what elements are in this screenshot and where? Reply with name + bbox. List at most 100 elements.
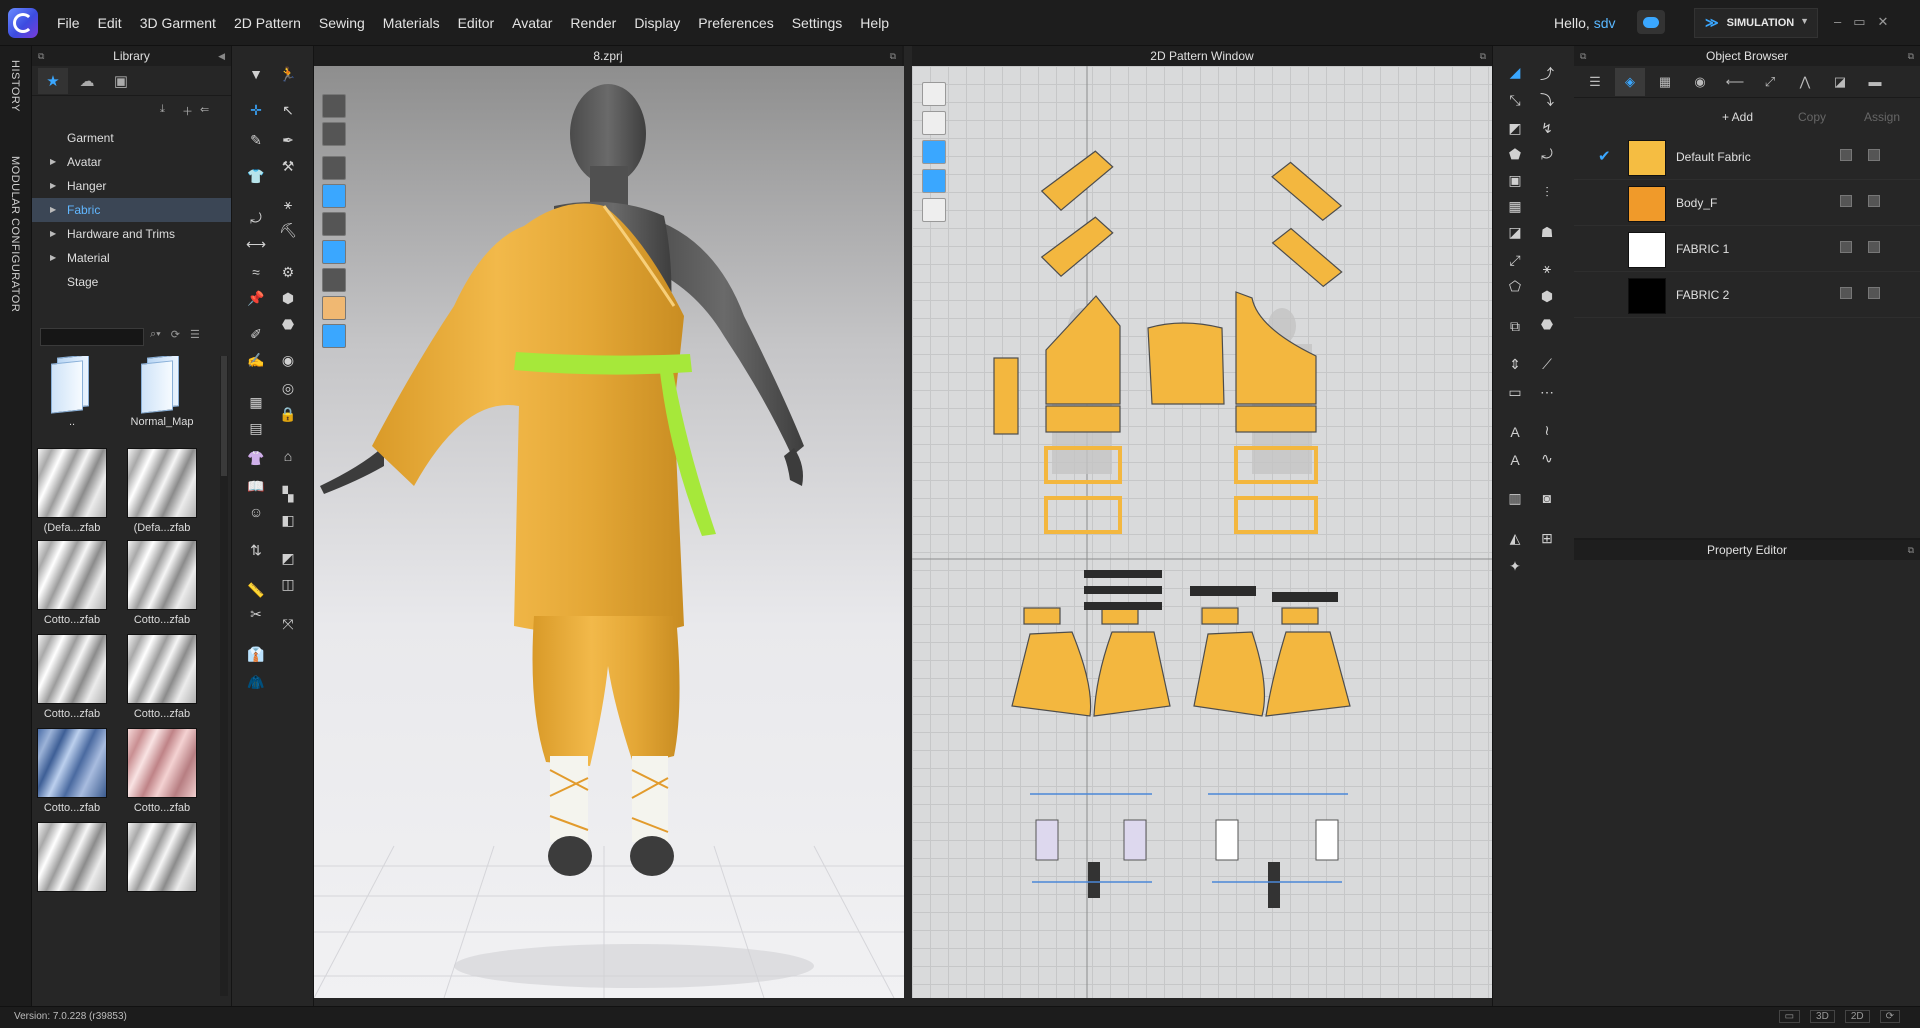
needle-icon[interactable]: ✐ <box>244 322 268 346</box>
tree-item-stage[interactable]: Stage <box>32 270 231 294</box>
fabric-row-body-f[interactable]: Body_F <box>1574 180 1920 226</box>
tree-item-fabric[interactable]: ▶ Fabric <box>32 198 231 222</box>
library-item-fabric[interactable]: Cotto...zfab <box>126 634 198 720</box>
view-fabric-icon[interactable] <box>322 240 346 264</box>
sewing-icon[interactable]: ⚹ <box>276 192 300 216</box>
menu-settings[interactable]: Settings <box>783 15 852 31</box>
expand-arrow-icon[interactable]: ▶ <box>50 150 56 174</box>
copy-button[interactable]: Copy <box>1798 110 1826 124</box>
menu-2d-pattern[interactable]: 2D Pattern <box>225 15 310 31</box>
menu-materials[interactable]: Materials <box>374 15 449 31</box>
polygon-icon[interactable]: ⬟ <box>1503 142 1527 166</box>
library-scrollbar[interactable] <box>220 356 228 996</box>
expand-arrow-icon[interactable]: ▶ <box>50 222 56 246</box>
select-mesh-icon[interactable]: ▼ <box>244 62 268 86</box>
button-tab-icon[interactable]: ◉ <box>1685 68 1715 96</box>
menu-3d-garment[interactable]: 3D Garment <box>131 15 225 31</box>
tree-item-avatar[interactable]: ▶ Avatar <box>32 150 231 174</box>
pattern-tool-icon[interactable]: ⤴ <box>1535 62 1559 86</box>
camera-icon[interactable]: ◙ <box>1535 486 1559 510</box>
library-item-fabric[interactable]: Cotto...zfab <box>36 728 108 814</box>
segment-sewing-icon[interactable]: ⬠ <box>1503 274 1527 298</box>
tree-item-garment[interactable]: Garment <box>32 126 231 150</box>
transform-pattern-icon[interactable]: ◢ <box>1503 60 1527 84</box>
circle-icon[interactable]: ▦ <box>1503 194 1527 218</box>
copy-fabric-icon[interactable] <box>1840 287 1852 299</box>
expand-arrow-icon[interactable]: ▶ <box>50 198 56 222</box>
delete-fabric-icon[interactable] <box>1868 149 1880 161</box>
list-view-icon[interactable]: ☰ <box>190 328 200 341</box>
view-texture-icon[interactable] <box>922 169 946 193</box>
view-avatar-icon[interactable] <box>322 94 346 118</box>
edit-curvature-icon[interactable]: ◩ <box>1503 116 1527 140</box>
menu-file[interactable]: File <box>48 15 89 31</box>
tree-item-hanger[interactable]: ▶ Hanger <box>32 174 231 198</box>
layout-sync-icon[interactable]: ⟳ <box>1879 1010 1900 1023</box>
back-icon[interactable]: ⇐ <box>200 103 209 116</box>
3d-scene[interactable] <box>314 66 904 998</box>
menu-display[interactable]: Display <box>625 15 689 31</box>
grading-icon[interactable]: ◭ <box>1503 526 1527 550</box>
undock-icon[interactable]: ⧉ <box>38 46 44 66</box>
buttonhole-icon[interactable]: ◎ <box>276 376 300 400</box>
tape-icon[interactable]: ✂ <box>244 602 268 626</box>
delete-fabric-icon[interactable] <box>1868 241 1880 253</box>
avatar-size-icon[interactable]: ⇅ <box>244 538 268 562</box>
favorites-tab-star-icon[interactable]: ★ <box>38 67 68 94</box>
minimize-icon[interactable]: – <box>1834 14 1841 30</box>
graphic-tab-icon[interactable]: ▦ <box>1650 68 1680 96</box>
brush-icon[interactable]: ✍ <box>244 348 268 372</box>
library-item-fabric[interactable] <box>36 822 108 892</box>
fabric-row-fabric-2[interactable]: FABRIC 2 <box>1574 272 1920 318</box>
topstitch-tab-icon[interactable]: ⟵ <box>1720 68 1750 96</box>
library-item-fabric[interactable]: Cotto...zfab <box>126 728 198 814</box>
jacket-icon[interactable]: 🧥 <box>244 670 268 694</box>
user-name[interactable]: sdv <box>1594 15 1616 31</box>
tab-history[interactable]: HISTORY <box>9 60 21 112</box>
fabric-row-fabric-1[interactable]: FABRIC 1 <box>1574 226 1920 272</box>
layout-3d-icon[interactable]: 3D <box>1810 1010 1835 1023</box>
grid-icon[interactable]: ▥ <box>1503 486 1527 510</box>
popout-icon[interactable]: ⧉ <box>1908 46 1914 66</box>
view-skin-icon[interactable] <box>322 296 346 320</box>
library-item-fabric[interactable]: Cotto...zfab <box>36 634 108 720</box>
undock-icon[interactable]: ⧉ <box>1480 46 1486 66</box>
transform-icon[interactable]: ✛ <box>244 98 268 122</box>
line-tool-icon[interactable]: ⟋ <box>1535 352 1559 376</box>
tree-item-material[interactable]: ▶ Material <box>32 246 231 270</box>
texture-icon[interactable]: ▦ <box>244 390 268 414</box>
free-sewing-icon[interactable]: ⬢ <box>1535 284 1559 308</box>
fold-icon[interactable]: ⤾ <box>244 206 268 230</box>
shop-tab-icon[interactable]: ▣ <box>106 68 136 94</box>
segment-icon[interactable]: ⚒ <box>276 154 300 178</box>
puckering-tab-icon[interactable]: ⤢ <box>1755 68 1785 96</box>
dart-icon[interactable]: ◪ <box>1503 220 1527 244</box>
layout-2d-icon[interactable]: 2D <box>1844 1010 1870 1023</box>
graphic-icon[interactable]: ▤ <box>244 416 268 440</box>
tab-modular-configurator[interactable]: MODULAR CONFIGURATOR <box>9 156 21 312</box>
avatar-pose-icon[interactable]: ☺ <box>244 500 268 524</box>
offset-icon[interactable]: ⤵ <box>1535 88 1559 112</box>
measure-icon[interactable]: ⟷ <box>244 232 268 256</box>
fold-arrange-icon[interactable]: ⤾ <box>1535 142 1559 166</box>
view-pattern-icon[interactable] <box>922 82 946 106</box>
refresh-icon[interactable]: ⟳ <box>171 328 180 341</box>
select-tool-icon[interactable]: ↖ <box>276 98 300 122</box>
book-icon[interactable]: 📖 <box>244 474 268 498</box>
library-item-fabric[interactable] <box>126 822 198 892</box>
menu-render[interactable]: Render <box>561 15 625 31</box>
edit-curve-icon[interactable]: ✒ <box>276 128 300 152</box>
cloud-tab-icon[interactable]: ☁ <box>72 68 102 94</box>
tape-tab-icon[interactable]: ▬ <box>1860 68 1890 96</box>
copy-fabric-icon[interactable] <box>1840 195 1852 207</box>
gift-icon[interactable]: ⊞ <box>1535 526 1559 550</box>
ruler-icon[interactable]: 📏 <box>244 578 268 602</box>
undock-icon[interactable]: ⧉ <box>890 46 896 66</box>
edit-point-icon[interactable]: ⤡ <box>1503 88 1527 112</box>
arrange-icon[interactable]: ⬣ <box>276 312 300 336</box>
list-icon[interactable]: ☰ <box>1580 68 1610 96</box>
grading-icon[interactable]: ◫ <box>276 572 300 596</box>
copy-fabric-icon[interactable] <box>1840 241 1852 253</box>
move-axis-icon[interactable]: ⤧ <box>276 612 300 636</box>
assign-button[interactable]: Assign <box>1864 110 1900 124</box>
